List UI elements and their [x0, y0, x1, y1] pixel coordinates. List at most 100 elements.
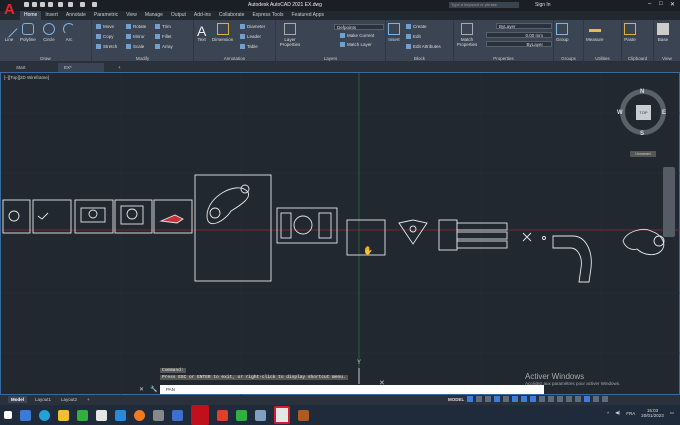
open-icon[interactable] — [32, 2, 37, 7]
part-12[interactable] — [552, 235, 592, 283]
snap-toggle[interactable] — [476, 396, 483, 402]
circle-button[interactable]: Circle — [43, 23, 55, 42]
part-11[interactable] — [522, 232, 532, 242]
scale-button[interactable]: Scale — [126, 44, 144, 50]
object-snap-tracking-toggle[interactable] — [512, 396, 519, 402]
tab-ex[interactable]: EX* — [58, 63, 104, 72]
compass-north[interactable]: N — [640, 89, 644, 95]
autocad-logo[interactable]: A — [4, 1, 18, 19]
annotation-monitor-icon[interactable] — [566, 396, 573, 402]
tab-layout1[interactable]: Layout1 — [32, 396, 54, 403]
groups-panel-title[interactable]: Groups — [554, 56, 583, 61]
polar-toggle[interactable] — [494, 396, 501, 402]
part-6[interactable] — [194, 174, 272, 282]
lineweight-dropdown[interactable]: 0.00 mm — [486, 32, 552, 38]
tray-chevron-icon[interactable]: ^ — [607, 411, 609, 416]
print-icon[interactable] — [68, 2, 73, 7]
linetype-dropdown[interactable]: ByLayer — [486, 41, 552, 47]
notifications-icon[interactable]: ▭ — [670, 410, 674, 416]
add-layout-button[interactable]: + — [84, 396, 93, 403]
tab-parametric[interactable]: Parametric — [90, 11, 122, 20]
base-button[interactable]: Base — [657, 23, 669, 42]
drawing-viewport[interactable]: [–][Top][2D Wireframe] Y ✕ ✋ — [0, 72, 680, 396]
navigation-bar[interactable] — [663, 167, 675, 237]
maximize-button[interactable]: □ — [659, 1, 663, 7]
sign-in-button[interactable]: Sign In — [535, 2, 551, 8]
viewcube[interactable]: TOP — [620, 89, 666, 135]
tab-layout2[interactable]: Layout2 — [58, 396, 80, 403]
grid-toggle[interactable] — [467, 396, 474, 402]
text-button[interactable]: A Text — [197, 23, 206, 42]
insert-button[interactable]: Insert — [388, 23, 400, 42]
taskbar-app-green-2[interactable] — [236, 409, 247, 421]
part-1[interactable] — [2, 199, 31, 234]
object-snap-toggle[interactable] — [521, 396, 528, 402]
array-button[interactable]: Array — [155, 44, 173, 50]
compass-south[interactable]: S — [640, 131, 644, 137]
utilities-panel-title[interactable]: Utilities — [584, 56, 621, 61]
tab-collaborate[interactable]: Collaborate — [215, 11, 249, 20]
units-icon[interactable] — [575, 396, 582, 402]
block-panel-title[interactable]: Block — [386, 56, 453, 61]
layer-properties-button[interactable]: Layer Properties — [278, 23, 302, 47]
command-close-icon[interactable]: ✕ — [139, 386, 144, 393]
close-button[interactable]: ✕ — [670, 1, 675, 8]
taskbar-app-green[interactable] — [77, 409, 88, 421]
taskbar-autocad[interactable] — [274, 406, 290, 424]
create-block-button[interactable]: Create — [406, 24, 427, 30]
layer-dropdown[interactable]: Defpoints — [334, 24, 384, 30]
command-input[interactable]: PAN — [160, 385, 544, 394]
part-10[interactable] — [438, 219, 508, 251]
taskbar-app-gray[interactable] — [153, 409, 164, 421]
tab-home[interactable]: Home — [20, 11, 42, 20]
leader-button[interactable]: Leader — [240, 34, 261, 40]
customize-wrench-icon[interactable]: 🔧 — [150, 386, 157, 393]
taskbar-photos[interactable] — [172, 409, 183, 421]
autoscale-toggle[interactable] — [539, 396, 546, 402]
redo-icon[interactable] — [92, 2, 97, 7]
tab-output[interactable]: Output — [167, 11, 190, 20]
tab-express-tools[interactable]: Express Tools — [248, 11, 287, 20]
clipboard-panel-title[interactable]: Clipboard — [622, 56, 653, 61]
table-button[interactable]: Table — [240, 44, 258, 50]
taskbar-file-explorer[interactable] — [58, 409, 69, 421]
tab-model[interactable]: Model — [8, 396, 27, 403]
plot-icon[interactable] — [58, 2, 63, 7]
mirror-button[interactable]: Mirror — [126, 34, 145, 40]
annotation-panel-title[interactable]: Annotation — [194, 56, 275, 61]
draw-panel-title[interactable]: Draw — [0, 56, 91, 61]
undo-icon[interactable] — [80, 2, 85, 7]
move-button[interactable]: Move — [96, 24, 114, 30]
paste-button[interactable]: Paste — [624, 23, 636, 42]
match-properties-button[interactable]: Match Properties — [455, 23, 479, 47]
workspace-gear-icon[interactable] — [557, 396, 564, 402]
dimension-button[interactable]: Dimension — [212, 23, 233, 42]
tab-annotate[interactable]: Annotate — [62, 11, 90, 20]
copy-button[interactable]: Copy — [96, 34, 114, 40]
taskbar-task-view[interactable] — [20, 409, 31, 421]
line-button[interactable]: Line — [0, 20, 18, 42]
compass-east[interactable]: E — [662, 110, 666, 116]
isodraft-toggle[interactable] — [503, 396, 510, 402]
tab-featured-apps[interactable]: Featured Apps — [288, 11, 329, 20]
taskbar-store[interactable] — [96, 409, 107, 421]
edit-attributes-button[interactable]: Edit Attributes — [406, 44, 441, 50]
start-button[interactable] — [4, 411, 12, 419]
trim-button[interactable]: Trim — [155, 24, 171, 30]
taskbar-brave[interactable] — [217, 409, 228, 421]
modify-panel-title[interactable]: Modify — [92, 56, 193, 61]
save-icon[interactable] — [40, 2, 45, 7]
taskbar-app-blue[interactable] — [255, 409, 266, 421]
clock[interactable]: 15:03 20/01/2023 — [641, 408, 664, 418]
tab-manage[interactable]: Manage — [141, 11, 167, 20]
part-7[interactable] — [276, 207, 338, 244]
taskbar-opera[interactable] — [191, 405, 209, 425]
wcs-menu[interactable]: Unnamed — [630, 151, 656, 157]
language-indicator[interactable]: FRA — [626, 411, 635, 416]
polyline-button[interactable]: Polyline — [20, 23, 36, 42]
save-as-icon[interactable] — [48, 2, 53, 7]
rotate-button[interactable]: Rotate — [126, 24, 146, 30]
match-layer-button[interactable]: Match Layer — [340, 42, 372, 48]
viewcube-top[interactable]: TOP — [636, 105, 651, 120]
tab-insert[interactable]: Insert — [41, 11, 62, 20]
